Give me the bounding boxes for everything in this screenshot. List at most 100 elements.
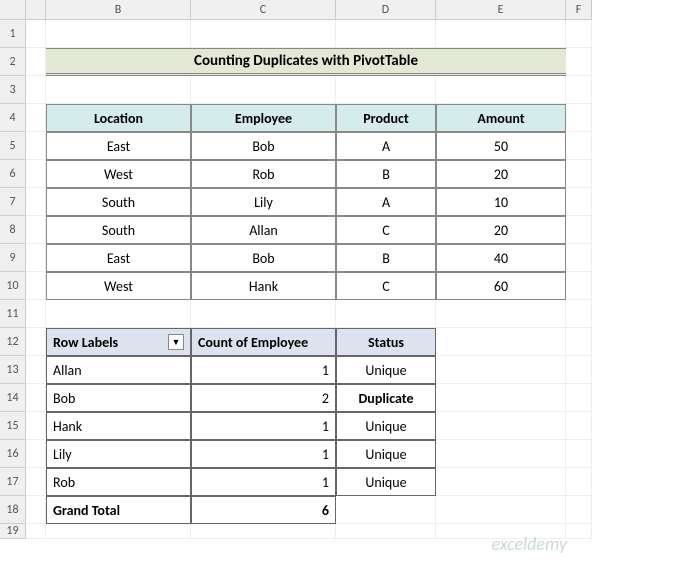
empty-cell[interactable] (46, 20, 191, 48)
empty-cell[interactable] (436, 384, 566, 412)
table1-cell[interactable]: Bob (191, 244, 336, 272)
row-header-16[interactable]: 16 (0, 440, 26, 468)
empty-cell[interactable] (191, 76, 336, 104)
row-header-11[interactable]: 11 (0, 300, 26, 328)
empty-cell[interactable] (566, 300, 592, 328)
empty-cell[interactable] (26, 76, 46, 104)
empty-cell[interactable] (436, 524, 566, 539)
pivot-row-count[interactable]: 1 (191, 468, 336, 496)
pivot-row-status[interactable]: Unique (336, 412, 436, 440)
row-header-9[interactable]: 9 (0, 244, 26, 272)
empty-cell[interactable] (566, 412, 592, 440)
empty-cell[interactable] (436, 496, 566, 524)
pivot-row-name[interactable]: Allan (46, 356, 191, 384)
empty-cell[interactable] (26, 20, 46, 48)
empty-cell[interactable] (566, 160, 592, 188)
table1-cell[interactable]: 20 (436, 160, 566, 188)
empty-cell[interactable] (26, 244, 46, 272)
table1-cell[interactable]: Bob (191, 132, 336, 160)
row-header-12[interactable]: 12 (0, 328, 26, 356)
empty-cell[interactable] (191, 300, 336, 328)
row-header-7[interactable]: 7 (0, 188, 26, 216)
pivot-row-name[interactable]: Rob (46, 468, 191, 496)
empty-cell[interactable] (436, 412, 566, 440)
row-header-4[interactable]: 4 (0, 104, 26, 132)
empty-cell[interactable] (26, 132, 46, 160)
empty-cell[interactable] (336, 300, 436, 328)
table1-cell[interactable]: West (46, 160, 191, 188)
col-header-D[interactable]: D (336, 0, 436, 20)
table1-cell[interactable]: Allan (191, 216, 336, 244)
empty-cell[interactable] (26, 48, 46, 76)
empty-cell[interactable] (436, 468, 566, 496)
pivot-row-count[interactable]: 1 (191, 356, 336, 384)
pivot-row-name[interactable]: Hank (46, 412, 191, 440)
empty-cell[interactable] (336, 76, 436, 104)
table1-cell[interactable]: South (46, 216, 191, 244)
pivot-row-count[interactable]: 2 (191, 384, 336, 412)
table1-cell[interactable]: Hank (191, 272, 336, 300)
pivot-row-count[interactable]: 1 (191, 412, 336, 440)
empty-cell[interactable] (566, 272, 592, 300)
table1-cell[interactable]: 60 (436, 272, 566, 300)
empty-cell[interactable] (436, 328, 566, 356)
pivot-row-count[interactable]: 1 (191, 440, 336, 468)
pivot-row-name[interactable]: Bob (46, 384, 191, 412)
table1-cell[interactable]: East (46, 132, 191, 160)
row-header-14[interactable]: 14 (0, 384, 26, 412)
row-header-10[interactable]: 10 (0, 272, 26, 300)
row-header-1[interactable]: 1 (0, 20, 26, 48)
empty-cell[interactable] (566, 244, 592, 272)
row-header-6[interactable]: 6 (0, 160, 26, 188)
row-header-3[interactable]: 3 (0, 76, 26, 104)
row-header-17[interactable]: 17 (0, 468, 26, 496)
table1-cell[interactable]: Lily (191, 188, 336, 216)
empty-cell[interactable] (26, 300, 46, 328)
empty-cell[interactable] (46, 524, 191, 539)
pivot-row-status[interactable]: Unique (336, 440, 436, 468)
empty-cell[interactable] (336, 524, 436, 539)
empty-cell[interactable] (436, 76, 566, 104)
empty-cell[interactable] (191, 20, 336, 48)
table1-cell[interactable]: C (336, 272, 436, 300)
pivot-row-status[interactable]: Unique (336, 468, 436, 496)
empty-cell[interactable] (46, 76, 191, 104)
col-header-E[interactable]: E (436, 0, 566, 20)
empty-cell[interactable] (26, 104, 46, 132)
table1-cell[interactable]: 20 (436, 216, 566, 244)
pivot-row-status[interactable]: Unique (336, 356, 436, 384)
empty-cell[interactable] (26, 216, 46, 244)
empty-cell[interactable] (191, 524, 336, 539)
empty-cell[interactable] (26, 188, 46, 216)
table1-cell[interactable]: 50 (436, 132, 566, 160)
empty-cell[interactable] (436, 300, 566, 328)
empty-cell[interactable] (46, 300, 191, 328)
table1-cell[interactable]: A (336, 132, 436, 160)
col-header-C[interactable]: C (191, 0, 336, 20)
empty-cell[interactable] (26, 496, 46, 524)
table1-cell[interactable]: East (46, 244, 191, 272)
pivot-row-status[interactable]: Duplicate (336, 384, 436, 412)
table1-cell[interactable]: West (46, 272, 191, 300)
empty-cell[interactable] (436, 440, 566, 468)
empty-cell[interactable] (436, 356, 566, 384)
empty-cell[interactable] (26, 384, 46, 412)
table1-cell[interactable]: South (46, 188, 191, 216)
empty-cell[interactable] (566, 496, 592, 524)
empty-cell[interactable] (26, 272, 46, 300)
pivot-row-name[interactable]: Lily (46, 440, 191, 468)
empty-cell[interactable] (336, 496, 436, 524)
empty-cell[interactable] (566, 188, 592, 216)
table1-cell[interactable]: 40 (436, 244, 566, 272)
empty-cell[interactable] (26, 356, 46, 384)
dropdown-icon[interactable]: ▼ (168, 334, 184, 350)
empty-cell[interactable] (26, 524, 46, 539)
table1-cell[interactable]: A (336, 188, 436, 216)
empty-cell[interactable] (26, 440, 46, 468)
empty-cell[interactable] (566, 384, 592, 412)
table1-cell[interactable]: C (336, 216, 436, 244)
empty-cell[interactable] (566, 48, 592, 76)
empty-cell[interactable] (566, 328, 592, 356)
empty-cell[interactable] (566, 132, 592, 160)
empty-cell[interactable] (336, 20, 436, 48)
